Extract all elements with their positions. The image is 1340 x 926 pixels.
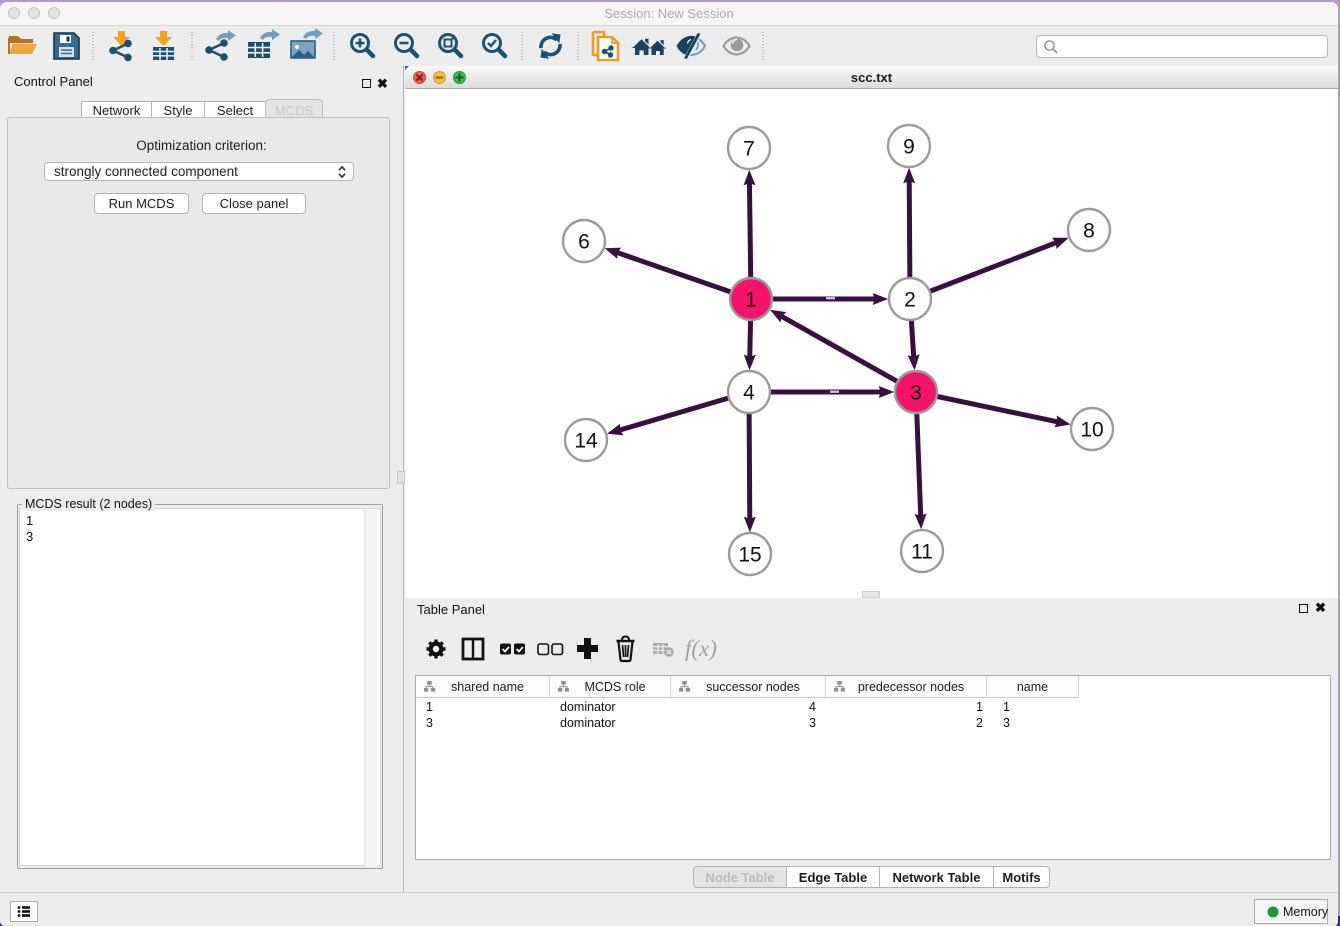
svg-text:1: 1 bbox=[745, 289, 757, 312]
svg-text:6: 6 bbox=[578, 231, 590, 254]
svg-text:11: 11 bbox=[911, 541, 933, 564]
svg-text:7: 7 bbox=[743, 138, 755, 161]
svg-text:4: 4 bbox=[743, 382, 755, 405]
svg-text:14: 14 bbox=[574, 430, 598, 453]
svg-text:2: 2 bbox=[904, 289, 916, 312]
svg-text:10: 10 bbox=[1080, 419, 1103, 442]
svg-text:f(x): f(x) bbox=[685, 636, 717, 661]
svg-text:15: 15 bbox=[738, 544, 761, 567]
svg-text:8: 8 bbox=[1083, 220, 1095, 243]
svg-text:9: 9 bbox=[903, 136, 915, 159]
svg-text:3: 3 bbox=[910, 382, 922, 405]
